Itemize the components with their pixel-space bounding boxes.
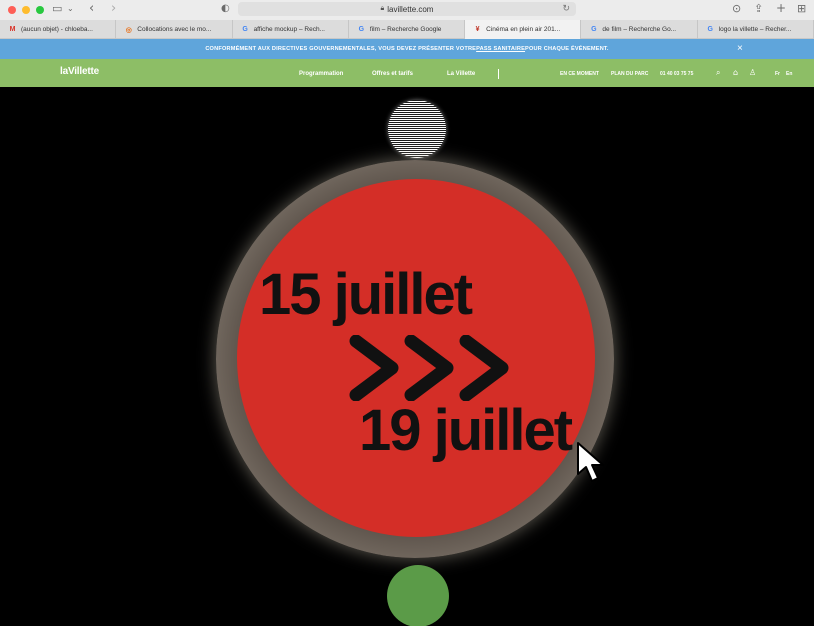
tab-label: (aucun objet) - chloeba... — [21, 26, 93, 33]
minimize-window-button[interactable] — [22, 6, 30, 14]
zoom-window-button[interactable] — [36, 6, 44, 14]
url-text: lavillette.com — [387, 4, 434, 14]
phone-number[interactable]: 01 40 03 75 75 — [660, 71, 693, 77]
pointer-cursor-icon — [577, 442, 604, 482]
lang-fr[interactable]: Fr — [775, 71, 780, 77]
google-icon: G — [358, 26, 365, 33]
notice-text-end: POUR CHAQUE ÉVÉNEMENT. — [525, 46, 609, 52]
lavillette-icon: ¥ — [475, 26, 480, 33]
close-window-button[interactable] — [8, 6, 16, 14]
gmail-icon: M — [9, 26, 16, 33]
nav-plan-du-parc[interactable]: PLAN DU PARC — [611, 71, 648, 77]
lavillette-logo[interactable]: laVillette — [60, 66, 99, 77]
nav-divider — [498, 69, 499, 79]
shield-icon[interactable]: ◐ — [221, 2, 230, 16]
google-icon: G — [707, 26, 713, 33]
lock-icon: 🔒︎ — [380, 5, 385, 12]
nav-programmation[interactable]: Programmation — [299, 71, 343, 77]
triple-chevron-icon — [349, 335, 509, 401]
chevron-down-icon[interactable]: ⌄ — [67, 2, 74, 16]
tab-bar: M (aucun objet) - chloeba... ◎ Collocati… — [0, 20, 814, 39]
close-icon[interactable]: × — [737, 43, 743, 54]
tab-affiche-mockup[interactable]: G affiche mockup – Rech... — [233, 20, 349, 39]
notice-text: CONFORMÉMENT AUX DIRECTIVES GOUVERNEMENT… — [205, 46, 477, 52]
reload-icon[interactable]: ↻ — [562, 3, 570, 14]
window-controls — [8, 6, 44, 14]
tab-collocations[interactable]: ◎ Collocations avec le mo... — [116, 20, 233, 39]
share-icon[interactable]: ⇪ — [754, 2, 763, 16]
tab-label: de film – Recherche Go... — [602, 26, 677, 33]
site-nav: laVillette Programmation Offres et tarif… — [0, 59, 814, 87]
tab-label: logo la villette – Recher... — [718, 26, 792, 33]
basket-icon[interactable]: ⌂ — [733, 68, 738, 77]
tab-overview-icon[interactable]: ⊞ — [797, 2, 806, 16]
nav-la-villette[interactable]: La Villette — [447, 71, 475, 77]
striped-circle — [388, 100, 446, 158]
start-date: 15 juillet — [259, 262, 473, 327]
nav-offres-tarifs[interactable]: Offres et tarifs — [372, 71, 413, 77]
health-pass-notice: CONFORMÉMENT AUX DIRECTIVES GOUVERNEMENT… — [0, 39, 814, 59]
download-icon[interactable]: ⊙ — [732, 2, 741, 16]
tab-gmail[interactable]: M (aucun objet) - chloeba... — [0, 20, 117, 39]
colocation-icon: ◎ — [125, 26, 132, 34]
sidebar-toggle-icon[interactable]: ▭ — [52, 2, 62, 16]
tab-label: affiche mockup – Rech... — [253, 26, 325, 33]
tab-label: Collocations avec le mo... — [137, 26, 212, 33]
end-date: 19 juillet — [359, 398, 573, 463]
nav-en-ce-moment[interactable]: EN CE MOMENT — [560, 71, 599, 77]
address-bar[interactable]: 🔒︎ lavillette.com ↻ — [238, 2, 576, 16]
pass-sanitaire-link[interactable]: PASS SANITAIRE — [476, 46, 525, 52]
search-icon[interactable]: ⌕ — [716, 68, 720, 78]
back-icon[interactable]: ‹ — [89, 2, 94, 15]
browser-toolbar: ▭ ⌄ ‹ › ◐ 🔒︎ lavillette.com ↻ ⊙ ⇪ + ⊞ — [0, 0, 814, 20]
new-tab-icon[interactable]: + — [776, 2, 786, 15]
green-circle — [387, 565, 449, 626]
tab-label: film – Recherche Google — [369, 26, 442, 33]
google-icon: G — [242, 26, 248, 33]
poster-stage: 15 juillet 19 juillet — [0, 87, 814, 626]
tab-cinema-plein-air[interactable]: ¥ Cinéma en plein air 201... — [465, 20, 582, 39]
user-icon[interactable]: ♙ — [749, 68, 756, 77]
tab-film[interactable]: G film – Recherche Google — [349, 20, 466, 39]
tab-de-film[interactable]: G de film – Recherche Go... — [581, 20, 698, 39]
google-icon: G — [591, 26, 597, 33]
forward-icon[interactable]: › — [111, 2, 116, 15]
tab-label: Cinéma en plein air 201... — [486, 26, 561, 33]
tab-logo-la-villette[interactable]: G logo la villette – Recher... — [698, 20, 814, 39]
lang-en[interactable]: En — [786, 71, 792, 77]
